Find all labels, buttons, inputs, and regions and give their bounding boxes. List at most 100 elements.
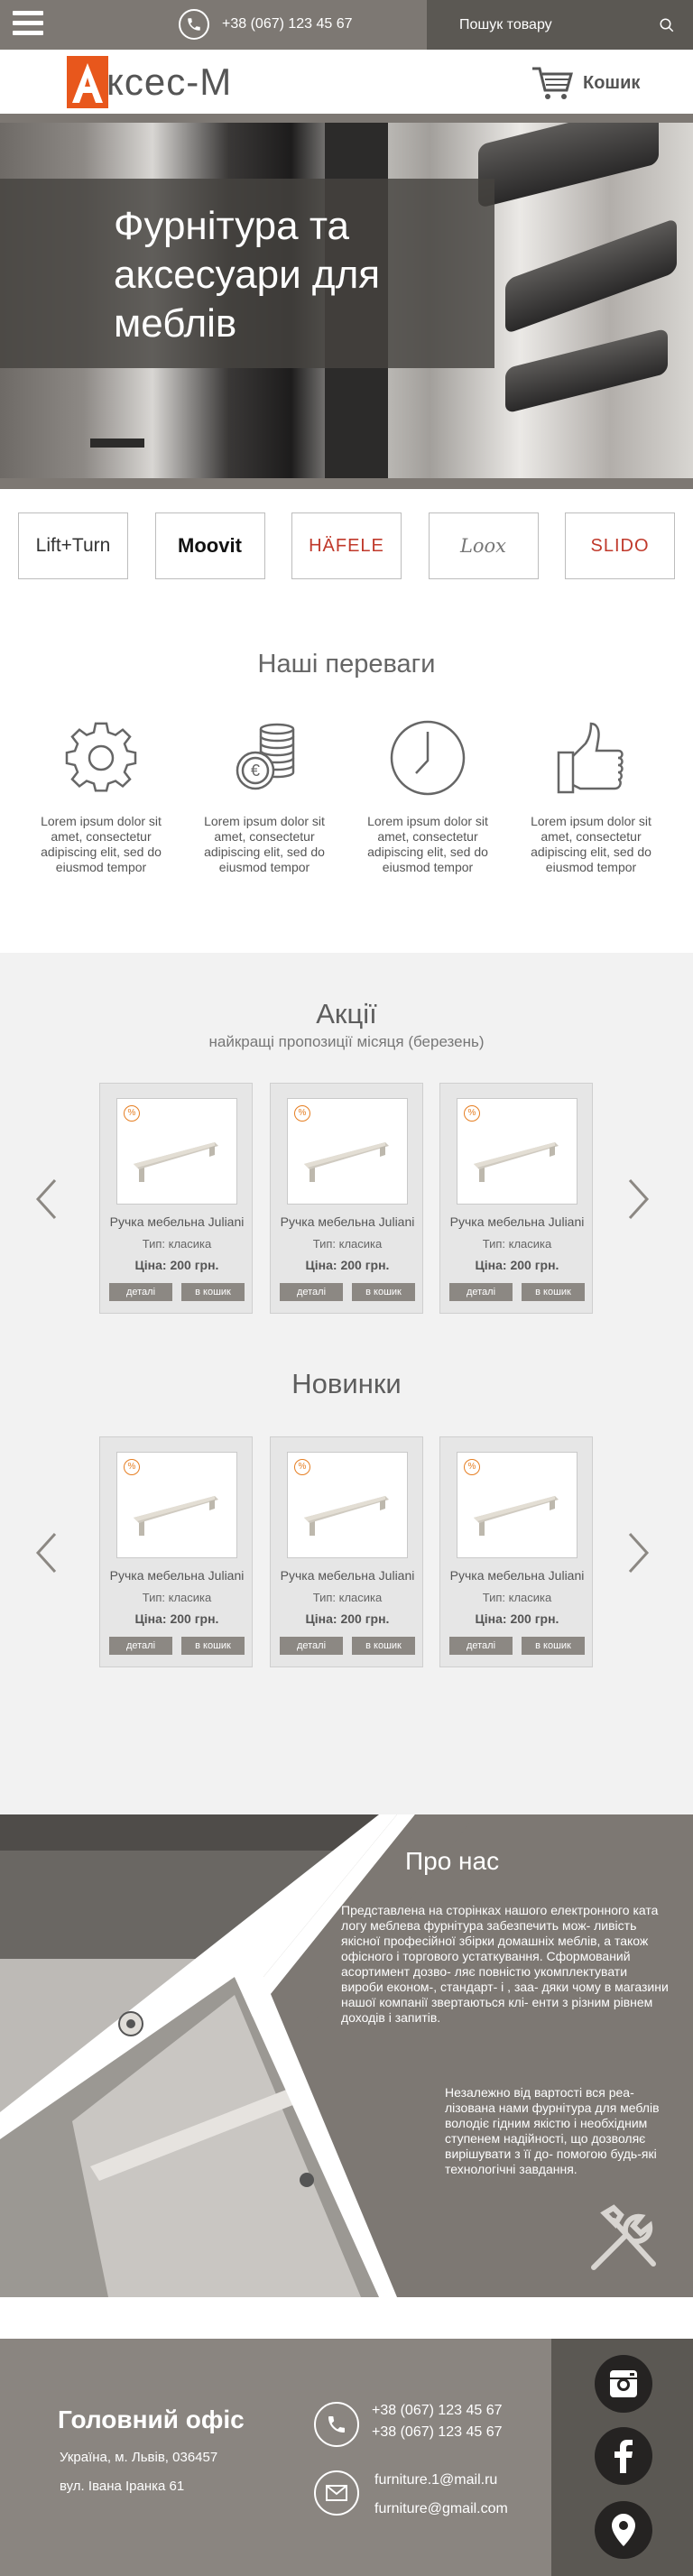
footer-phone-2[interactable]: +38 (067) 123 45 67 [372, 2422, 503, 2443]
promo-subtitle: найкращі пропозиції місяця (березень) [208, 1033, 485, 1050]
product-image[interactable]: % [116, 1452, 237, 1558]
product-name[interactable]: Ручка мебельна Juliani [271, 1568, 424, 1583]
product-image[interactable]: % [287, 1452, 408, 1558]
footer-phones: +38 (067) 123 45 67 +38 (067) 123 45 67 [372, 2400, 503, 2443]
hero-title: Фурнітура та аксесуари для меблів [114, 204, 381, 346]
location-icon[interactable] [595, 2501, 652, 2559]
details-button[interactable]: деталі [449, 1637, 513, 1655]
about-paragraph-2: Незалежно від вартості вся реа- лізована… [445, 2085, 660, 2176]
promo-product-card[interactable]: % Ручка мебельна Juliani Тип: класика Ці… [270, 1083, 423, 1314]
product-type: Тип: класика [312, 1591, 383, 1604]
cart-label: Кошик [583, 72, 641, 93]
clock-icon [360, 713, 495, 803]
about-title: Про нас [405, 1847, 500, 1875]
product-type: Тип: класика [482, 1237, 552, 1251]
footer-office-title: Головний офіс [58, 2405, 245, 2433]
coins-icon: € [197, 713, 332, 803]
hero-bottom-bar [0, 478, 693, 489]
advantage-text: Lorem ipsum dolor sit amet, consectetur … [531, 814, 651, 874]
product-type: Тип: класика [482, 1591, 552, 1604]
cart-link[interactable]: Кошик [531, 65, 640, 101]
thumbs-up-icon [523, 713, 659, 803]
discount-badge: % [124, 1459, 140, 1475]
details-button[interactable]: деталі [280, 1283, 343, 1301]
promo-prev-arrow-icon[interactable] [35, 1178, 57, 1220]
product-image[interactable]: % [457, 1098, 578, 1205]
product-price: Ціна: 200 грн. [305, 1258, 390, 1272]
mail-icon [314, 2470, 359, 2516]
product-price: Ціна: 200 грн. [475, 1611, 559, 1626]
product-image[interactable]: % [457, 1452, 578, 1558]
promo-product-card[interactable]: % Ручка мебельна Juliani Тип: класика Ці… [439, 1083, 593, 1314]
advantage-item: Lorem ipsum dolor sit amet, consectetur … [360, 713, 495, 875]
product-name[interactable]: Ручка мебельна Juliani [100, 1214, 254, 1229]
footer-address-line-1: Україна, м. Львів, 036457 [60, 2450, 218, 2465]
add-to-cart-button[interactable]: в кошик [352, 1637, 415, 1655]
footer-emails: furniture.1@mail.ru furniture@gmail.com [374, 2466, 508, 2524]
novelties-next-arrow-icon[interactable] [628, 1532, 650, 1574]
promo-product-card[interactable]: % Ручка мебельна Juliani Тип: класика Ці… [99, 1083, 253, 1314]
add-to-cart-button[interactable]: в кошик [352, 1283, 415, 1301]
novelty-product-card[interactable]: % Ручка мебельна Juliani Тип: класика Ці… [99, 1436, 253, 1667]
brand-loox[interactable]: Loox [428, 512, 539, 579]
product-price: Ціна: 200 грн. [475, 1258, 559, 1272]
instagram-icon[interactable] [595, 2355, 652, 2413]
brand-moovit[interactable]: Moovit [154, 512, 265, 579]
novelty-product-card[interactable]: % Ручка мебельна Juliani Тип: класика Ці… [270, 1436, 423, 1667]
product-price: Ціна: 200 грн. [305, 1611, 390, 1626]
facebook-icon[interactable] [595, 2427, 652, 2485]
hero-banner: Фурнітура та аксесуари для меблів [0, 123, 693, 478]
menu-icon[interactable] [13, 11, 43, 38]
brand-hafele[interactable]: HÄFELE [291, 512, 402, 579]
product-image[interactable]: % [287, 1098, 408, 1205]
product-name[interactable]: Ручка мебельна Juliani [440, 1568, 594, 1583]
search-icon[interactable] [659, 17, 675, 33]
discount-badge: % [124, 1105, 140, 1122]
details-button[interactable]: деталі [280, 1637, 343, 1655]
product-price: Ціна: 200 грн. [134, 1611, 219, 1626]
header: ксес-М Кошик [0, 50, 693, 117]
brands-row: Lift+Turn Moovit HÄFELE Loox SLIDO [0, 512, 693, 581]
add-to-cart-button[interactable]: в кошик [181, 1637, 245, 1655]
add-to-cart-button[interactable]: в кошик [181, 1283, 245, 1301]
discount-badge: % [464, 1459, 480, 1475]
brand-slido[interactable]: SLIDO [565, 512, 675, 579]
product-name[interactable]: Ручка мебельна Juliani [440, 1214, 594, 1229]
footer: Головний офіс Україна, м. Львів, 036457 … [0, 2339, 693, 2576]
details-button[interactable]: деталі [109, 1283, 172, 1301]
footer-email-1[interactable]: furniture.1@mail.ru [374, 2466, 508, 2495]
details-button[interactable]: деталі [449, 1283, 513, 1301]
about-section: Про нас Представлена на сторінках нашого… [0, 1814, 693, 2297]
novelties-prev-arrow-icon[interactable] [35, 1532, 57, 1574]
logo[interactable]: ксес-М [67, 55, 232, 109]
add-to-cart-button[interactable]: в кошик [522, 1283, 585, 1301]
logo-text: ксес-М [106, 60, 233, 103]
product-type: Тип: класика [142, 1237, 212, 1251]
search-placeholder: Пошук товару [459, 16, 552, 32]
product-name[interactable]: Ручка мебельна Juliani [100, 1568, 254, 1583]
advantage-text: Lorem ipsum dolor sit amet, consectetur … [41, 814, 162, 874]
top-phone-number: +38 (067) 123 45 67 [222, 16, 353, 32]
promo-next-arrow-icon[interactable] [628, 1178, 650, 1220]
product-image[interactable]: % [116, 1098, 237, 1205]
social-links [551, 2339, 693, 2576]
advantage-text: Lorem ipsum dolor sit amet, consectetur … [204, 814, 325, 874]
footer-phone-1[interactable]: +38 (067) 123 45 67 [372, 2400, 503, 2422]
products-section: Акції найкращі пропозиції місяця (березе… [0, 953, 693, 1814]
about-paragraph-1: Представлена на сторінках нашого електро… [341, 1903, 669, 2025]
novelty-product-card[interactable]: % Ручка мебельна Juliani Тип: класика Ці… [439, 1436, 593, 1667]
brand-lift-turn[interactable]: Lift+Turn [18, 512, 128, 579]
novelties-title: Новинки [291, 1368, 402, 1399]
advantage-text: Lorem ipsum dolor sit amet, consectetur … [367, 814, 488, 874]
discount-badge: % [294, 1105, 310, 1122]
add-to-cart-button[interactable]: в кошик [522, 1637, 585, 1655]
footer-address-line-2: вул. Івана Іранка 61 [60, 2479, 185, 2494]
phone-icon [314, 2402, 359, 2447]
details-button[interactable]: деталі [109, 1637, 172, 1655]
top-phone[interactable]: +38 (067) 123 45 67 [179, 9, 353, 40]
phone-icon [179, 9, 209, 40]
advantages-row: Lorem ipsum dolor sit amet, consectetur … [0, 713, 693, 884]
footer-email-2[interactable]: furniture@gmail.com [374, 2495, 508, 2524]
search-box[interactable]: Пошук товару [427, 0, 693, 50]
product-name[interactable]: Ручка мебельна Juliani [271, 1214, 424, 1229]
